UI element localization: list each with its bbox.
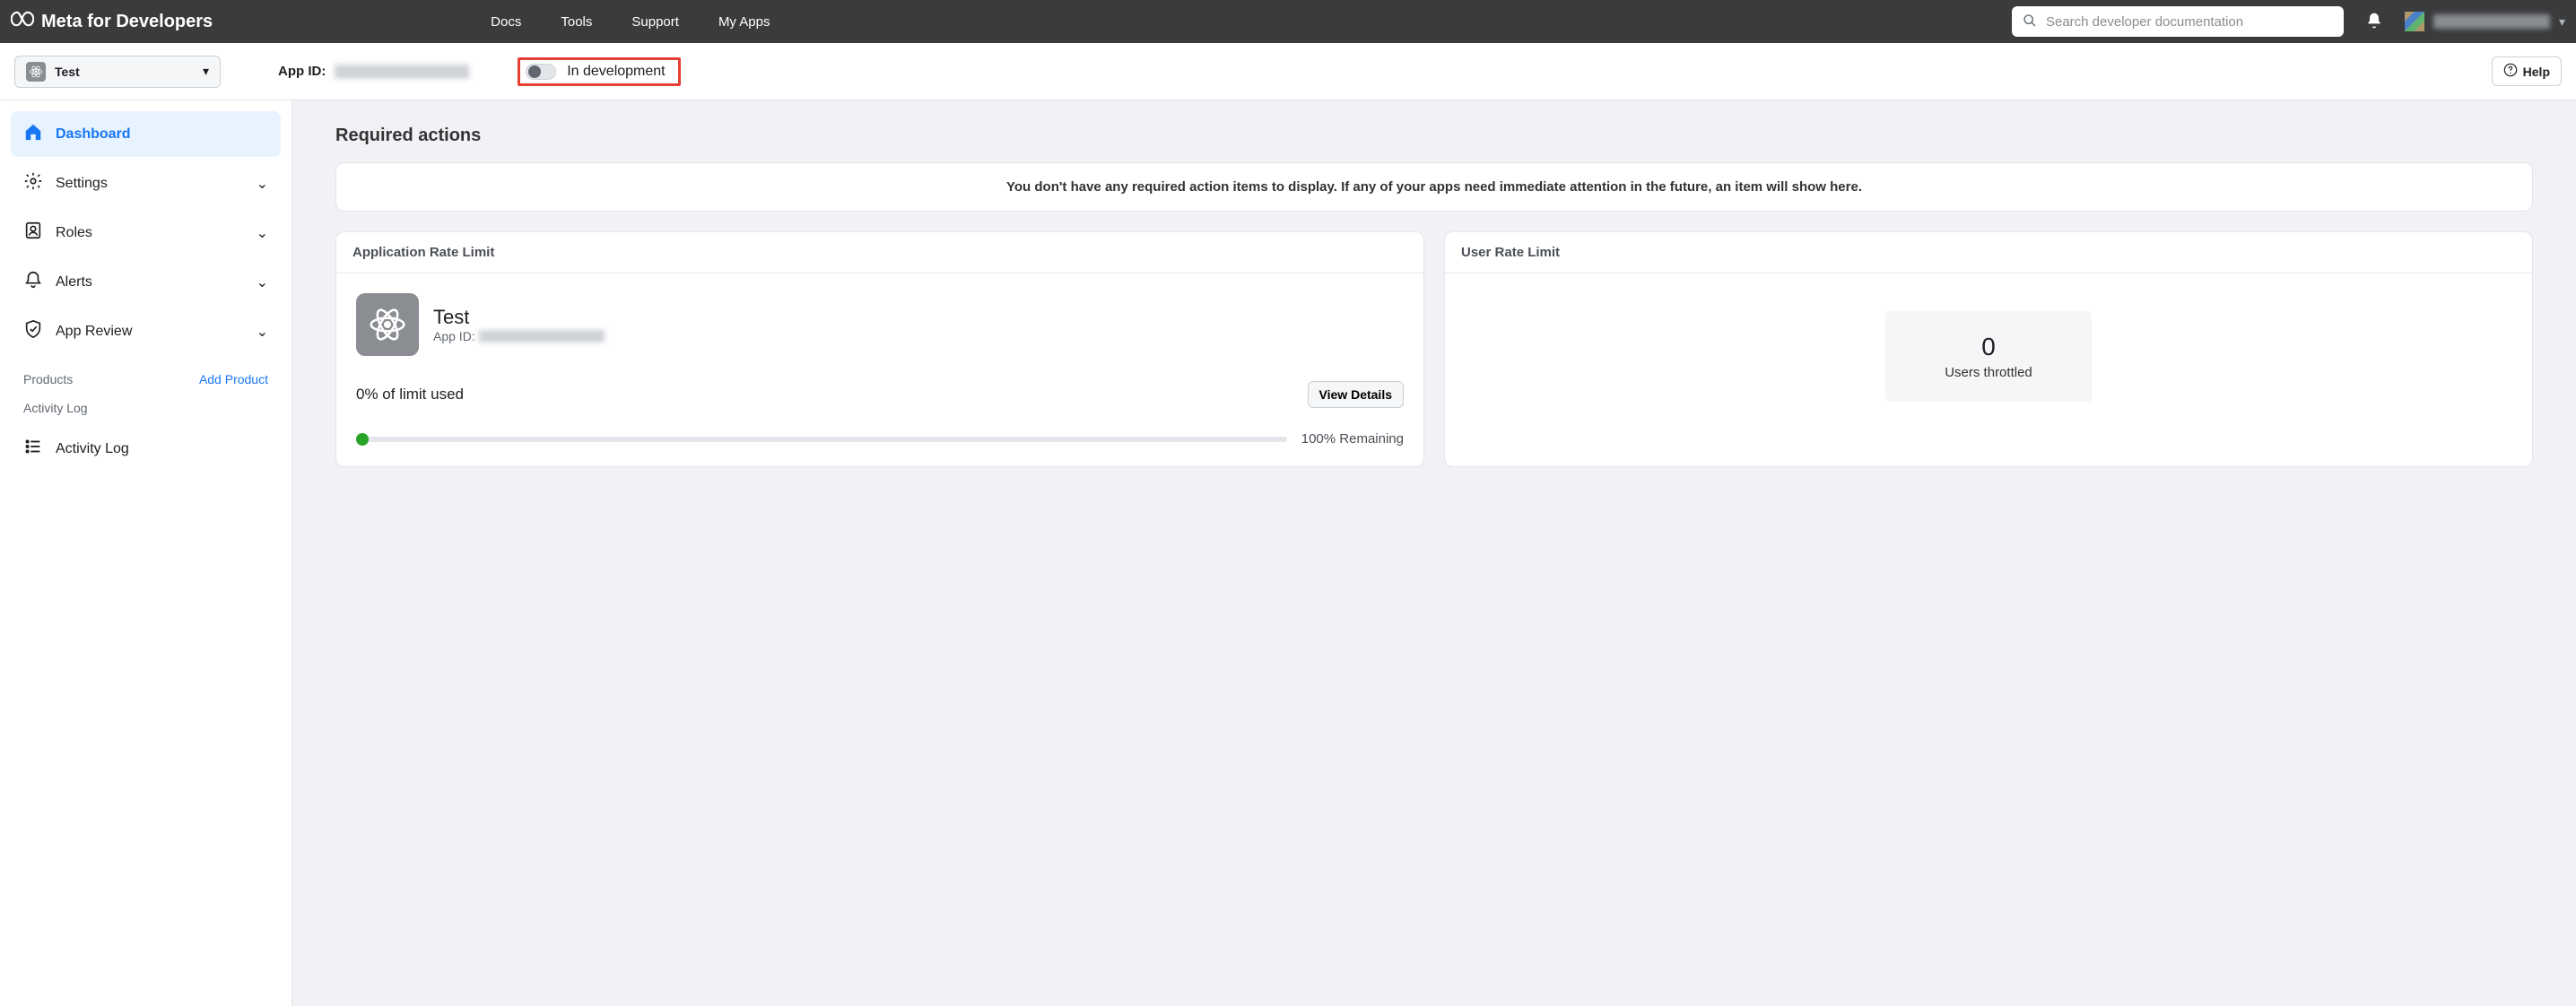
app-selector-name: Test [55, 65, 194, 79]
list-icon [23, 437, 43, 461]
required-actions-empty: You don't have any required action items… [335, 162, 2533, 212]
meta-infinity-icon [11, 7, 34, 36]
nav-support[interactable]: Support [631, 14, 679, 30]
top-nav: Meta for Developers Docs Tools Support M… [0, 0, 2576, 43]
dev-mode-toggle[interactable] [526, 64, 556, 80]
sidebar-item-dashboard[interactable]: Dashboard [11, 111, 281, 157]
sidebar-item-label: Roles [56, 225, 92, 241]
bell-icon [23, 270, 43, 294]
dev-mode-highlight: In development [518, 57, 680, 86]
cards-grid: Application Rate Limit Test App ID: [335, 231, 2533, 467]
app-icon [356, 293, 419, 356]
dev-mode-label: In development [567, 64, 665, 80]
brand-text: Meta for Developers [41, 12, 213, 32]
shield-check-icon [23, 319, 43, 343]
limit-bar-row: 100% Remaining [356, 431, 1404, 447]
app-subheader: Test ▾ App ID: In development Help [0, 43, 2576, 100]
avatar [2405, 12, 2424, 31]
app-id-redacted [335, 65, 469, 79]
sidebar-item-roles[interactable]: Roles ⌄ [11, 210, 281, 256]
required-actions-title: Required actions [335, 126, 2533, 146]
chevron-down-icon: ▾ [2559, 14, 2565, 30]
topnav-right: ▾ [2012, 6, 2565, 37]
users-throttled-box: 0 Users throttled [1885, 311, 2092, 402]
app-name: Test [433, 306, 605, 329]
home-icon [23, 122, 43, 146]
chevron-down-icon: ⌄ [257, 323, 268, 341]
search-box[interactable] [2012, 6, 2344, 37]
card-user-rate-limit: User Rate Limit 0 Users throttled [1444, 231, 2533, 467]
sidebar-item-app-review[interactable]: App Review ⌄ [11, 308, 281, 354]
content: Required actions You don't have any requ… [292, 100, 2576, 1006]
app-id-label: App ID: [433, 329, 475, 343]
app-row: Test App ID: [356, 293, 1404, 356]
user-menu[interactable]: ▾ [2405, 12, 2565, 31]
remaining-text: 100% Remaining [1301, 431, 1404, 447]
help-icon [2503, 63, 2518, 80]
notifications-icon[interactable] [2365, 12, 2383, 32]
nav-docs[interactable]: Docs [491, 14, 521, 30]
sidebar-item-label: Dashboard [56, 126, 131, 143]
chevron-down-icon: ⌄ [257, 175, 268, 193]
help-button[interactable]: Help [2492, 56, 2562, 86]
view-details-button[interactable]: View Details [1308, 381, 1404, 408]
sidebar-section-products: Products Add Product [7, 358, 284, 394]
search-input[interactable] [2046, 14, 2333, 30]
sidebar-item-label: Activity Log [56, 441, 129, 457]
chevron-down-icon: ⌄ [257, 273, 268, 291]
chevron-down-icon: ▾ [203, 64, 209, 79]
gear-icon [23, 171, 43, 195]
help-button-label: Help [2523, 65, 2550, 79]
sidebar: Dashboard Settings ⌄ Roles ⌄ Alerts ⌄ [0, 100, 292, 1006]
sidebar-section-activity: Activity Log [7, 394, 284, 422]
limit-progress-dot [356, 433, 369, 446]
nav-tools[interactable]: Tools [561, 14, 592, 30]
main-layout: Dashboard Settings ⌄ Roles ⌄ Alerts ⌄ [0, 100, 2576, 1006]
limit-progress-bar [356, 437, 1287, 442]
card-title: User Rate Limit [1445, 232, 2532, 273]
app-id-redacted [479, 330, 605, 343]
card-title: Application Rate Limit [336, 232, 1423, 273]
sidebar-item-alerts[interactable]: Alerts ⌄ [11, 259, 281, 305]
chevron-down-icon: ⌄ [257, 224, 268, 242]
sidebar-item-label: Alerts [56, 274, 92, 291]
limit-row: 0% of limit used View Details [356, 381, 1404, 408]
search-icon [2023, 13, 2037, 30]
products-heading: Products [23, 372, 73, 386]
activity-log-heading: Activity Log [23, 401, 88, 415]
roles-icon [23, 221, 43, 245]
limit-used-text: 0% of limit used [356, 386, 464, 403]
users-throttled-label: Users throttled [1896, 365, 2081, 380]
card-app-rate-limit: Application Rate Limit Test App ID: [335, 231, 1424, 467]
app-id-block: App ID: [249, 64, 469, 79]
sidebar-item-label: Settings [56, 176, 108, 192]
sidebar-item-label: App Review [56, 324, 132, 340]
sidebar-item-settings[interactable]: Settings ⌄ [11, 160, 281, 206]
app-selector[interactable]: Test ▾ [14, 56, 221, 88]
add-product-link[interactable]: Add Product [199, 372, 268, 386]
app-icon [26, 62, 46, 82]
username-redacted [2433, 14, 2550, 29]
app-id-label: App ID: [278, 64, 326, 79]
brand[interactable]: Meta for Developers [11, 7, 213, 36]
users-throttled-count: 0 [1896, 333, 2081, 361]
nav-myapps[interactable]: My Apps [718, 14, 770, 30]
nav-links: Docs Tools Support My Apps [491, 14, 770, 30]
sidebar-item-activity-log[interactable]: Activity Log [11, 426, 281, 472]
